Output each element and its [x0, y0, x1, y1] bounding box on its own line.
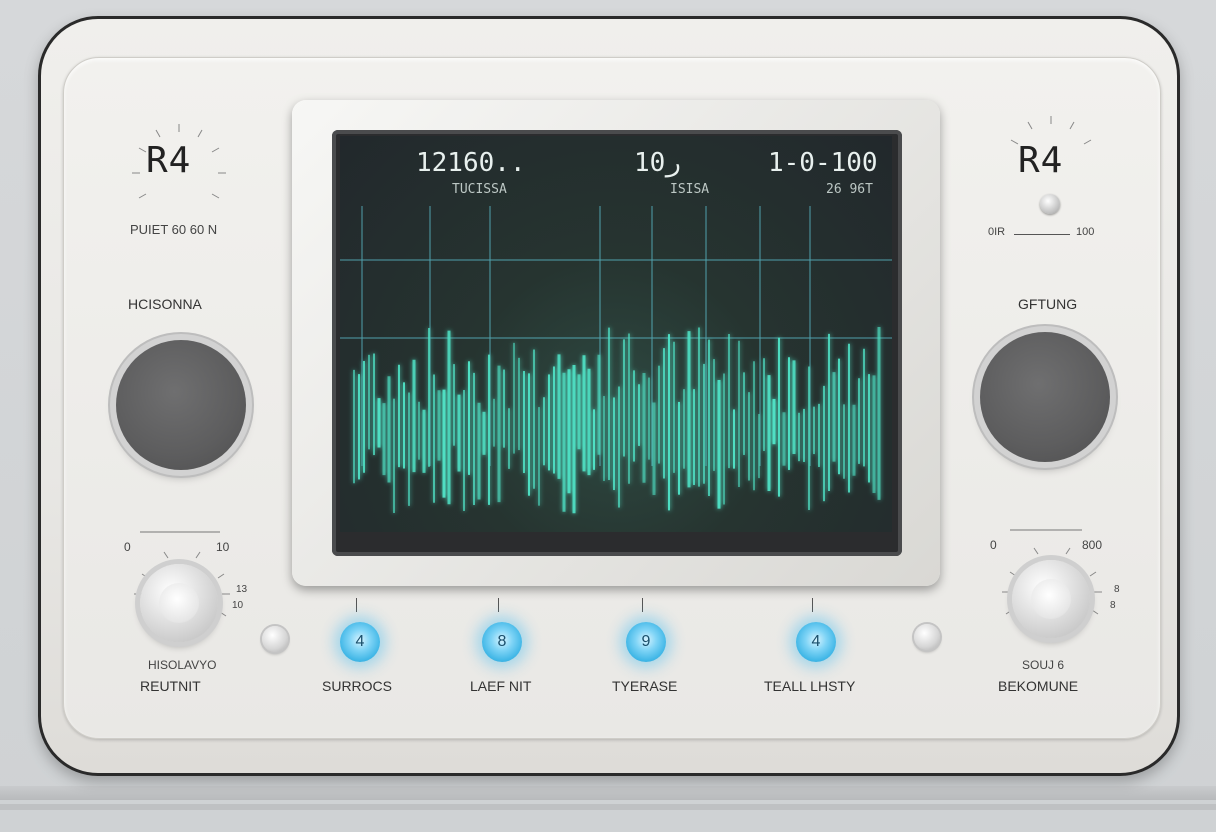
left-small-knob[interactable] [140, 564, 218, 642]
button-tick-mark [356, 598, 365, 612]
button-tick-mark [812, 598, 821, 612]
left-display-code: R4 [146, 140, 192, 181]
shelf-rail [0, 786, 1216, 800]
button-tick-mark [498, 598, 507, 612]
right-scale-max: 800 [1082, 538, 1103, 552]
left-sub-label: PUIET 60 60 N [130, 222, 218, 237]
left-scale-lower: 10 [232, 600, 244, 611]
left-scale-upper: 13 [236, 584, 248, 595]
waveform-plot [340, 206, 892, 514]
button-tick-mark [642, 598, 651, 612]
right-scale-right: 100 [1076, 226, 1095, 238]
left-section-label: HCISONNA [128, 296, 202, 312]
right-section-label: GFTUNG [1018, 296, 1078, 312]
led-button-label: LAEF NIT [470, 678, 532, 694]
led-button-glyph: 9 [641, 633, 651, 650]
led-button-label: TEALL LHSTY [764, 678, 856, 694]
led-button-glyph: 4 [355, 633, 365, 650]
oscilloscope-display: 12160.. TUCISSA 10ر ISISA 1-0-100 26 96T [340, 136, 892, 532]
right-scale-line [1014, 234, 1070, 235]
led-button-label: SURROCS [322, 678, 393, 694]
right-main-knob[interactable] [980, 332, 1110, 462]
right-scale-left: 0IR [988, 226, 1006, 238]
right-scale-upper: 8 [1114, 584, 1120, 595]
right-indicator-button[interactable] [1040, 194, 1060, 214]
led-button-glyph: 8 [497, 633, 507, 650]
left-knob-caption: REUTNIT [140, 678, 201, 694]
left-scale-min: 0 [124, 540, 131, 554]
led-button-1[interactable]: 4 [340, 622, 380, 662]
right-knob-caption-top: SOUJ 6 [1022, 658, 1065, 672]
right-scale-lower: 8 [1110, 600, 1116, 611]
right-display-code: R4 [1018, 140, 1064, 181]
left-knob-caption-top: HISOLAVYO [148, 658, 217, 672]
shelf-rail-lower [0, 804, 1216, 810]
led-button-2[interactable]: 8 [482, 622, 522, 662]
right-small-button[interactable] [914, 624, 940, 650]
led-button-3[interactable]: 9 [626, 622, 666, 662]
right-knob-caption: BEKOMUNE [998, 678, 1079, 694]
left-small-button[interactable] [262, 626, 288, 652]
right-scale-min: 0 [990, 538, 997, 552]
left-main-knob[interactable] [116, 340, 246, 470]
screen-frame: 12160.. TUCISSA 10ر ISISA 1-0-100 26 96T [292, 100, 940, 586]
led-button-label: TYERASE [612, 678, 678, 694]
left-scale-max: 10 [216, 540, 230, 554]
led-button-glyph: 4 [811, 633, 821, 650]
screen-bezel: 12160.. TUCISSA 10ر ISISA 1-0-100 26 96T [332, 130, 902, 556]
led-button-4[interactable]: 4 [796, 622, 836, 662]
right-small-knob[interactable] [1012, 560, 1090, 638]
